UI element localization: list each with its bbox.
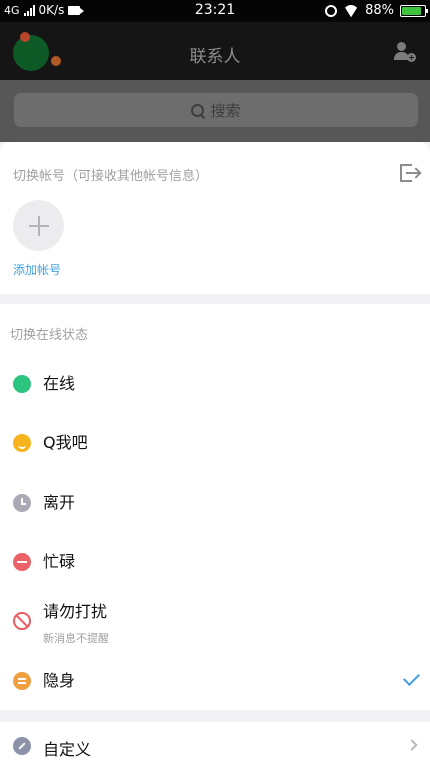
status-option-label: 忙碌 [43, 552, 76, 571]
app-header: 联系人 + [0, 22, 430, 80]
search-icon [191, 103, 205, 117]
status-option-invisible[interactable]: 隐身 [0, 652, 430, 710]
add-account-label[interactable]: 添加帐号 [13, 261, 61, 278]
battery-icon [400, 4, 428, 17]
status-option-q-me[interactable]: Q我吧 [0, 414, 430, 472]
plus-icon [28, 215, 49, 236]
battery-level [402, 6, 422, 15]
status-option-do-not-disturb[interactable]: 请勿打扰 新消息不提醒 [0, 592, 430, 650]
status-option-label: 在线 [43, 374, 76, 393]
online-status-section: 切换在线状态 在线 Q我吧 离开 忙碌 请勿打扰 新消息不提醒 隐身 [0, 304, 430, 710]
custom-status-label: 自定义 [43, 740, 92, 759]
check-icon [403, 669, 420, 686]
search-bar: 搜索 [0, 80, 430, 142]
account-switch-section: 切换帐号（可接收其他帐号信息） 添加帐号 [0, 142, 430, 294]
account-switch-title: 切换帐号（可接收其他帐号信息） [13, 169, 209, 184]
status-option-busy[interactable]: 忙碌 [0, 533, 430, 591]
online-status-title: 切换在线状态 [10, 328, 89, 343]
no-disturb-icon [13, 612, 31, 630]
logout-icon[interactable] [400, 164, 422, 182]
status-option-label: Q我吧 [43, 433, 88, 452]
alarm-icon [325, 4, 338, 17]
status-option-online[interactable]: 在线 [0, 355, 430, 413]
chevron-right-icon [406, 739, 418, 751]
battery-percent: 88% [365, 3, 394, 18]
status-option-label: 离开 [43, 493, 76, 512]
status-option-sublabel: 新消息不提醒 [43, 632, 109, 645]
wifi-icon [343, 5, 359, 17]
status-bar: 4G 0K/s 23:21 88% [0, 0, 430, 22]
clock-icon [13, 494, 31, 512]
search-placeholder: 搜索 [210, 101, 241, 120]
status-sheet: 切换帐号（可接收其他帐号信息） 添加帐号 切换在线状态 在线 Q我吧 离开 忙碌 [0, 142, 430, 769]
online-dot-icon [13, 375, 31, 393]
status-option-label: 请勿打扰 [43, 602, 108, 621]
avatar-decoration [20, 32, 30, 42]
custom-status-row[interactable]: 自定义 [0, 722, 430, 769]
edit-icon [13, 737, 31, 755]
status-option-label: 隐身 [43, 671, 76, 690]
invisible-icon [13, 672, 31, 690]
status-bar-right: 88% [325, 3, 428, 18]
smile-icon [13, 434, 31, 452]
search-input[interactable]: 搜索 [14, 93, 418, 127]
page-title: 联系人 [189, 47, 241, 67]
add-contact-icon[interactable]: + [394, 42, 416, 62]
status-option-away[interactable]: 离开 [0, 474, 430, 532]
busy-icon [13, 553, 31, 571]
add-account-button[interactable] [13, 200, 64, 251]
